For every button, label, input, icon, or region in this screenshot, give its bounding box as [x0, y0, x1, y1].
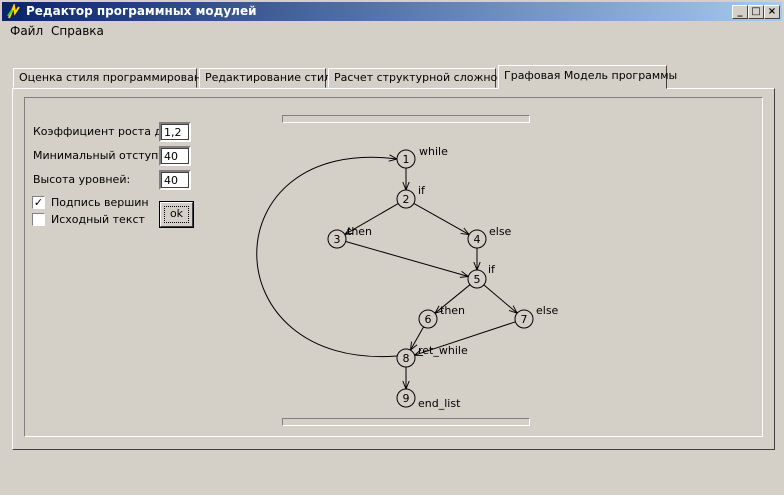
ok-button[interactable]: ok [160, 202, 193, 227]
graph-node-label-7: else [536, 304, 559, 317]
graph-node-label-2: if [418, 184, 426, 197]
graph-node-id-1: 1 [403, 153, 410, 166]
graph-node-label-4: else [489, 225, 512, 238]
app-window: Редактор программных модулей _ □ × Файл … [0, 0, 784, 495]
checkmark-icon: ✓ [33, 196, 44, 209]
vertex-labels-label: Подпись вершин [51, 196, 149, 209]
graph-node-id-3: 3 [334, 233, 341, 246]
graph-node-label-1: while [419, 145, 448, 158]
edge-5-7 [483, 284, 517, 313]
graph-node-id-5: 5 [474, 273, 481, 286]
graph-node-label-9: end_list [418, 397, 461, 410]
graph-node-label-3: then [347, 225, 372, 238]
top-scrollbar[interactable] [282, 115, 530, 123]
min-indent-label: Минимальный отступ: [33, 149, 163, 162]
graph-node-label-6: then [440, 304, 465, 317]
edge-3-5 [345, 240, 469, 276]
arc-growth-input[interactable]: 1,2 [159, 122, 191, 142]
graph-node-id-2: 2 [403, 193, 410, 206]
edge-2-4 [413, 202, 469, 234]
graph-node-id-4: 4 [474, 233, 481, 246]
source-text-label: Исходный текст [51, 213, 145, 226]
arc-growth-label: Коэффициент роста дуг: [33, 125, 179, 138]
focus-rect [164, 206, 189, 223]
graph-node-id-9: 9 [403, 392, 410, 405]
edge-8-1 [256, 157, 397, 358]
min-indent-input[interactable]: 40 [159, 146, 191, 166]
level-height-label: Высота уровней: [33, 173, 131, 186]
graph-node-id-8: 8 [403, 352, 410, 365]
graph-node-id-6: 6 [425, 313, 432, 326]
bottom-scrollbar[interactable] [282, 418, 530, 426]
graph-node-id-7: 7 [521, 313, 528, 326]
graph-node-label-8: ret_while [418, 344, 468, 357]
graph-node-label-5: if [488, 263, 496, 276]
source-text-checkbox[interactable] [32, 213, 45, 226]
vertex-labels-checkbox[interactable]: ✓ [32, 196, 45, 209]
level-height-input[interactable]: 40 [159, 170, 191, 190]
